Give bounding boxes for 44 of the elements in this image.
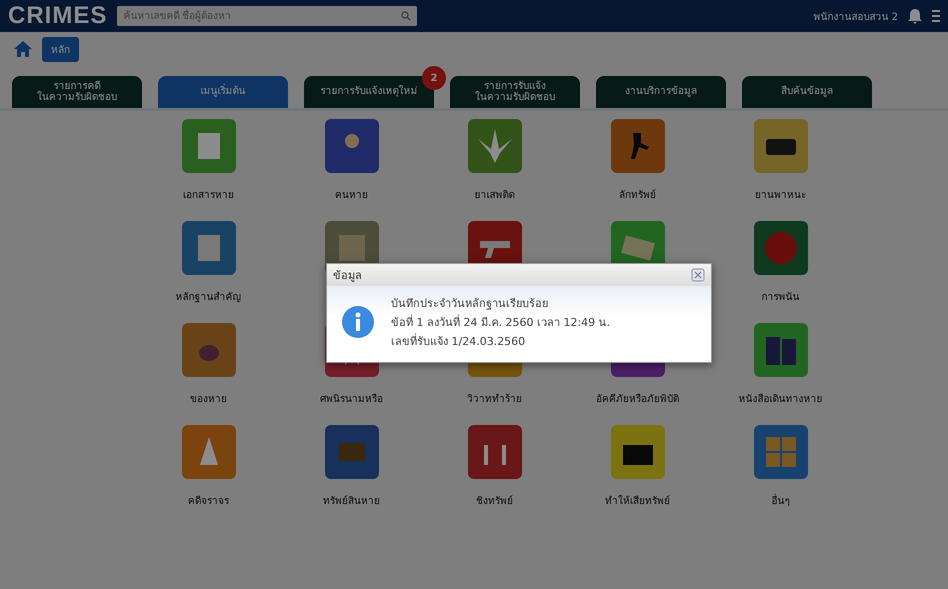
bell-icon[interactable]: [908, 8, 922, 24]
tile-label: คนหาย: [335, 189, 368, 202]
tab[interactable]: เมนูเริ่มต้น: [158, 76, 288, 108]
tile-label: ศพนิรนามหรือ: [320, 392, 383, 406]
document-icon[interactable]: [182, 119, 236, 173]
menu-icon[interactable]: [932, 10, 940, 22]
tile-label: การพนัน: [762, 291, 800, 304]
dialog-message-line: เลขที่รับแจ้ง 1/24.03.2560: [391, 332, 526, 350]
tile-label: ทรัพย์สินหาย: [323, 494, 380, 508]
home-icon[interactable]: [14, 41, 32, 57]
search-field[interactable]: ค้นหาเลขคดี ชื่อผู้ต้องหา: [117, 6, 418, 26]
dialog-message-line: ข้อที่ 1 ลงวันที่ 24 มี.ค. 2560 เวลา 12:49 น.: [391, 314, 610, 331]
leaf-icon[interactable]: [468, 119, 522, 173]
tile-label: อื่นๆ: [772, 493, 790, 508]
tile-label: เอกสารหาย: [183, 189, 234, 202]
books-icon[interactable]: [754, 323, 808, 377]
tile-label: ยานพาหนะ: [755, 189, 806, 202]
person-icon[interactable]: [324, 119, 378, 173]
tab[interactable]: รายการรับแจ้ง ในความรับผิดชอบ: [450, 76, 580, 108]
logo: CRIMES: [8, 2, 108, 30]
tile-label: หลักฐานสำคัญ: [176, 290, 242, 304]
tile-label: คดีจราจร: [188, 494, 229, 508]
dialog-message-line: บันทึกประจำวันหลักฐานเรียบร้อย: [391, 296, 549, 312]
tab[interactable]: รายการคดี ในความรับผิดชอบ: [12, 76, 142, 108]
tile-label: ยาเสพติด: [474, 189, 514, 202]
notification-badge: 2: [422, 66, 446, 90]
tile-label: ชิงทรัพย์: [476, 494, 513, 508]
tile-label: อัคคีภัยหรือภัยพิบัติ: [596, 392, 679, 406]
tab[interactable]: สืบค้นข้อมูล: [742, 76, 872, 108]
tab[interactable]: งานบริการข้อมูล: [596, 76, 726, 108]
close-icon[interactable]: [691, 268, 705, 282]
card-icon[interactable]: [182, 221, 236, 275]
search-icon[interactable]: [401, 11, 412, 21]
tile-label: ลักทรัพย์: [619, 188, 656, 202]
info-icon: [341, 305, 375, 339]
tile-label: ทำให้เสียทรัพย์: [605, 494, 670, 508]
grid-icon[interactable]: [754, 425, 808, 479]
home-button[interactable]: หลัก: [42, 36, 79, 62]
user-name[interactable]: พนักงานสอบสวน 2: [813, 8, 898, 24]
tile-label: ของหาย: [190, 393, 227, 406]
tile-label: วิวาททำร้าย: [467, 392, 522, 406]
dialog-title: ข้อมูล: [333, 268, 362, 284]
tile-label: หนังสือเดินทางหาย: [738, 392, 822, 406]
cone-icon[interactable]: [182, 425, 236, 479]
